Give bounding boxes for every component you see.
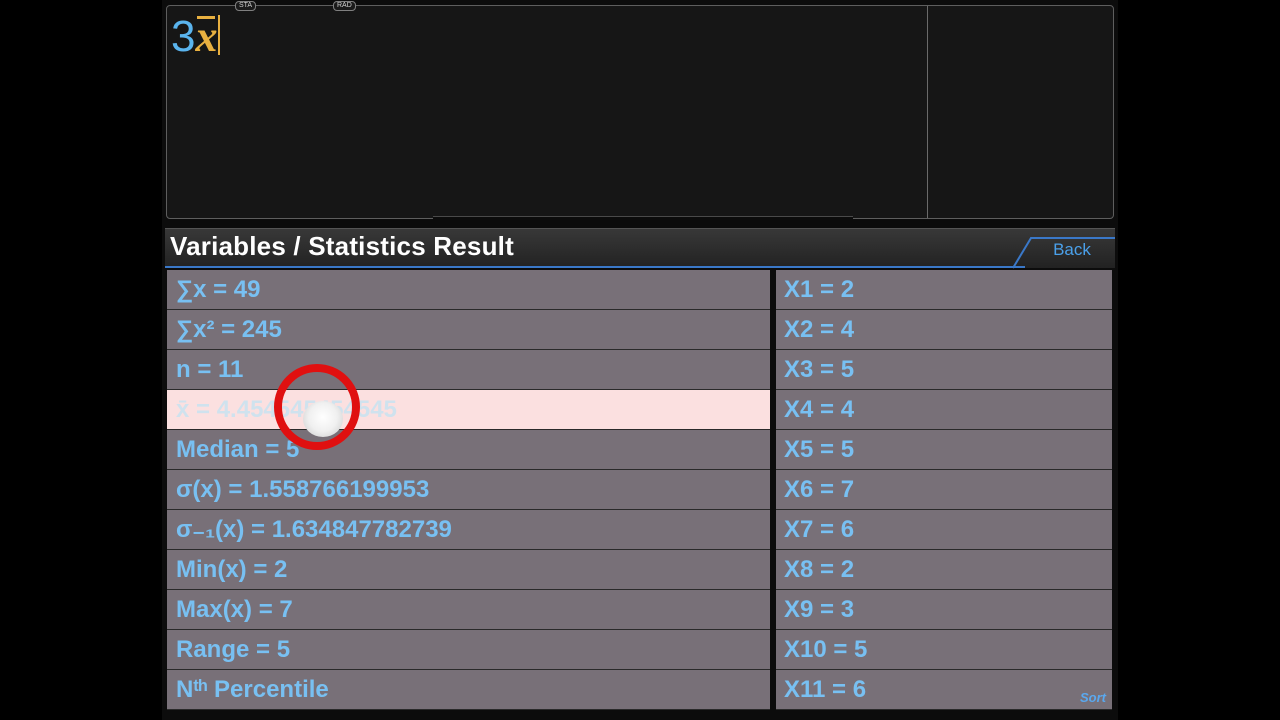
display-notch [433,216,853,220]
page-title: Variables / Statistics Result [170,231,514,261]
expression-number: 3 [171,12,196,61]
data-item-x10[interactable]: X10 = 5 [776,630,1112,669]
data-item-x8[interactable]: X8 = 2 [776,550,1112,589]
data-item-x1[interactable]: X1 = 2 [776,270,1112,309]
calculator-display: STA RAD 3x [166,1,1114,220]
display-divider [927,6,928,218]
data-item-x3[interactable]: X3 = 5 [776,350,1112,389]
results-header: Variables / Statistics Result Back [165,228,1115,269]
data-item-x7[interactable]: X7 = 6 [776,510,1112,549]
mean-variable: x [195,12,218,61]
list-item-mean[interactable]: x̄ = 4.454545454545 [167,390,770,429]
sort-button[interactable]: Sort [1080,678,1106,718]
expression-line[interactable]: 3x [171,12,221,62]
text-cursor [218,15,221,55]
list-item-sample-sd[interactable]: σ₋₁(x) = 1.634847782739 [167,510,770,549]
data-item-x6[interactable]: X6 = 7 [776,470,1112,509]
sta-indicator: STA [235,1,257,11]
list-item-median[interactable]: Median = 5 [167,430,770,469]
list-item-sum-x[interactable]: ∑x = 49 [167,270,770,309]
list-item-n[interactable]: n = 11 [167,350,770,389]
data-item-x11-label: X11 = 6 [784,676,867,703]
data-item-x4[interactable]: X4 = 4 [776,390,1112,429]
list-item-sum-x-squared[interactable]: ∑x² = 245 [167,310,770,349]
calculator-app: STA RAD 3x Variables / Statistics Result… [162,0,1118,720]
list-item-range[interactable]: Range = 5 [167,630,770,669]
data-item-x2[interactable]: X2 = 4 [776,310,1112,349]
statistics-list: ∑x = 49 ∑x² = 245 n = 11 x̄ = 4.45454545… [167,270,770,710]
data-values-list: X1 = 2 X2 = 4 X3 = 5 X4 = 4 X5 = 5 X6 = … [776,270,1112,710]
data-item-x11[interactable]: X11 = 6 Sort [776,670,1112,709]
back-button[interactable]: Back [1012,235,1115,269]
list-item-max[interactable]: Max(x) = 7 [167,590,770,629]
list-item-min[interactable]: Min(x) = 2 [167,550,770,589]
rad-indicator: RAD [333,1,356,11]
header-underline [165,266,1025,268]
list-item-population-sd[interactable]: σ(x) = 1.558766199953 [167,470,770,509]
data-item-x9[interactable]: X9 = 3 [776,590,1112,629]
data-item-x5[interactable]: X5 = 5 [776,430,1112,469]
back-button-label: Back [1053,240,1091,259]
list-item-percentile[interactable]: Nᵗʰ Percentile [167,670,770,709]
